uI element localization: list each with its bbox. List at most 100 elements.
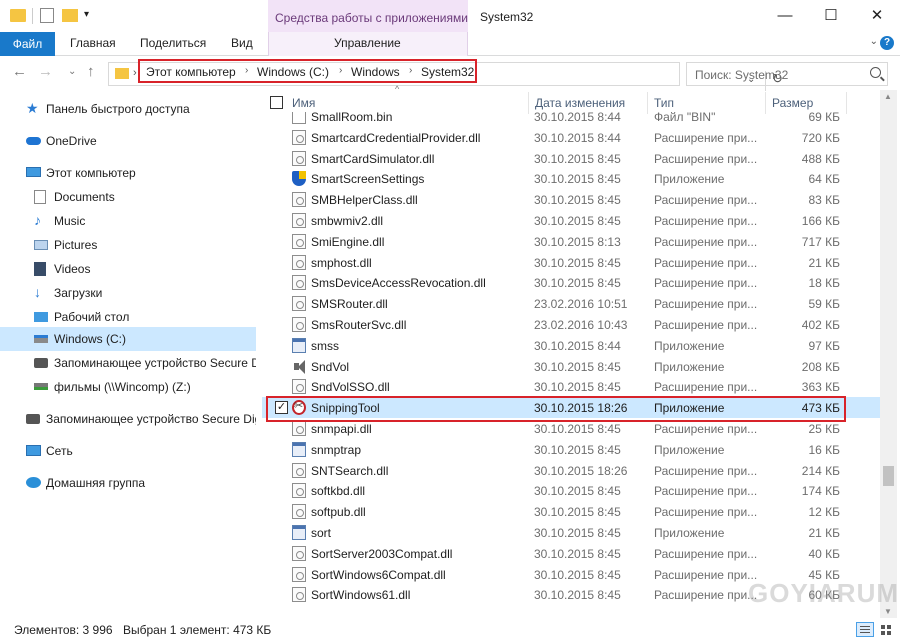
up-button[interactable]: ↑ [87, 63, 95, 80]
file-row[interactable]: SmiEngine.dll 30.10.2015 8:13 Расширение п… [262, 231, 880, 252]
minimize-button[interactable]: — [762, 0, 808, 32]
file-type: Расширение при... [654, 463, 758, 478]
dll-file-icon [292, 129, 306, 145]
file-type: Приложение [654, 338, 725, 353]
vertical-scrollbar[interactable]: ▲ ▼ [880, 90, 897, 618]
sidebar-item-music[interactable]: ♪ Music [0, 209, 256, 233]
maximize-button[interactable]: ☐ [808, 0, 854, 32]
tab-home[interactable]: Главная [70, 36, 116, 50]
file-name: snmpapi.dll [311, 422, 372, 436]
file-row[interactable]: softkbd.dll 30.10.2015 8:45 Расширение при… [262, 480, 880, 501]
file-name: SortWindows6Compat.dll [311, 567, 446, 582]
sidebar-item-secure-digital-1[interactable]: Запоминающее устройство Secure D [0, 351, 256, 375]
file-name: sort [311, 526, 332, 540]
tab-view[interactable]: Вид [231, 36, 253, 50]
column-divider[interactable] [846, 92, 847, 114]
dll-file-icon [292, 566, 306, 582]
file-name: SmiEngine.dll [311, 234, 385, 249]
sidebar-item-onedrive[interactable]: OneDrive [0, 129, 256, 153]
dll-file-icon [292, 587, 306, 603]
sidebar-item-desktop[interactable]: Рабочий стол [0, 305, 256, 329]
tab-share[interactable]: Поделиться [140, 36, 206, 50]
file-row[interactable]: SmartScreenSettings 30.10.2015 8:45 Прилож… [262, 168, 880, 189]
sidebar-item-this-pc[interactable]: Этот компьютер [0, 161, 256, 185]
file-size: 402 КБ [801, 318, 840, 332]
application-icon [292, 525, 306, 540]
file-name: SortWindows61.dll [311, 588, 411, 603]
file-type: Расширение при... [654, 151, 758, 166]
file-row[interactable]: softpub.dll 30.10.2015 8:45 Расширение при… [262, 501, 880, 522]
tab-manage[interactable]: Управление [268, 32, 468, 56]
window-title: System32 [480, 10, 534, 24]
new-folder-icon[interactable] [62, 9, 78, 22]
drive-icon [34, 335, 48, 343]
help-icon[interactable]: ? [880, 36, 894, 50]
tab-file[interactable]: Файл [0, 32, 55, 56]
file-row[interactable]: SMBHelperClass.dll 30.10.2015 8:45 Расшире… [262, 189, 880, 210]
file-row[interactable]: snmptrap 30.10.2015 8:45 Приложение 16 КБ [262, 439, 880, 460]
column-divider[interactable] [765, 92, 766, 114]
column-divider[interactable] [528, 92, 529, 114]
select-all-checkbox[interactable] [270, 96, 283, 109]
forward-button[interactable]: → [38, 63, 53, 80]
chevron-down-icon[interactable]: ⌄ [870, 36, 878, 47]
file-row[interactable]: SmallRoom.bin 30.10.2015 8:44 Файл "BIN" 69… [262, 112, 880, 127]
column-divider[interactable] [647, 92, 648, 114]
file-row[interactable]: SndVolSSO.dll 30.10.2015 8:45 Расширение п… [262, 376, 880, 397]
navigation-pane: ★ Панель быстрого доступа OneDrive Этот … [0, 92, 256, 619]
file-date: 30.10.2015 8:44 [534, 130, 621, 145]
file-size: 208 КБ [801, 359, 840, 374]
file-row[interactable]: smss 30.10.2015 8:44 Приложение 97 КБ [262, 335, 880, 356]
close-button[interactable]: ✕ [854, 0, 900, 32]
sidebar-item-windows-c[interactable]: Windows (C:) [0, 327, 256, 351]
search-input[interactable]: Поиск: System32 [686, 62, 888, 86]
file-row[interactable]: SndVol 30.10.2015 8:45 Приложение 208 КБ [262, 356, 880, 377]
scrollbar-thumb[interactable] [883, 466, 894, 486]
star-icon: ★ [26, 100, 39, 116]
file-size: 18 КБ [808, 276, 840, 291]
details-view-icon[interactable] [856, 622, 874, 637]
properties-icon[interactable] [40, 8, 54, 23]
sidebar-item-label: OneDrive [46, 134, 97, 148]
network-icon [26, 445, 41, 456]
sidebar-item-pictures[interactable]: Pictures [0, 233, 256, 257]
file-type: Расширение при... [654, 130, 758, 145]
file-date: 30.10.2015 8:45 [534, 567, 621, 582]
search-icon[interactable] [870, 67, 881, 78]
large-icons-view-icon[interactable] [878, 622, 896, 637]
file-row[interactable]: smbwmiv2.dll 30.10.2015 8:45 Расширение пр… [262, 210, 880, 231]
file-date: 30.10.2015 8:45 [534, 526, 621, 540]
file-type: Расширение при... [654, 422, 758, 436]
sidebar-item-homegroup[interactable]: Домашняя группа [0, 471, 256, 495]
recent-locations-button[interactable]: ⌄ [68, 66, 76, 77]
file-row[interactable]: SMSRouter.dll 23.02.2016 10:51 Расширение … [262, 293, 880, 314]
sidebar-item-documents[interactable]: Documents [0, 185, 256, 209]
file-row[interactable]: SortServer2003Compat.dll 30.10.2015 8:45 Р… [262, 543, 880, 564]
sidebar-item-quick-access[interactable]: ★ Панель быстрого доступа [0, 97, 256, 121]
dll-file-icon [292, 213, 306, 228]
file-type: Расширение при... [654, 297, 758, 312]
file-row[interactable]: SmsRouterSvc.dll 23.02.2016 10:43 Расширен… [262, 314, 880, 335]
sidebar-item-videos[interactable]: Videos [0, 257, 256, 281]
scroll-up-icon[interactable]: ▲ [884, 92, 892, 101]
file-row[interactable]: SmsDeviceAccessRevocation.dll 30.10.2015 … [262, 272, 880, 293]
sidebar-item-network-drive[interactable]: фильмы (\\Wincomp) (Z:) [0, 375, 256, 399]
sort-ascending-icon: ^ [395, 84, 400, 94]
file-row[interactable]: SmartcardCredentialProvider.dll 30.10.201… [262, 127, 880, 148]
file-type: Расширение при... [654, 193, 758, 208]
file-type: Расширение при... [654, 380, 758, 395]
context-tab-title: Средства работы с приложениями [275, 11, 468, 25]
computer-icon [26, 167, 41, 177]
back-button[interactable]: ← [12, 63, 27, 80]
file-date: 30.10.2015 8:45 [534, 151, 621, 166]
file-size: 214 КБ [801, 463, 840, 478]
file-row[interactable]: SmartCardSimulator.dll 30.10.2015 8:45 Рас… [262, 148, 880, 169]
file-row[interactable]: sort 30.10.2015 8:45 Приложение 21 КБ [262, 522, 880, 543]
customize-toolbar-icon[interactable]: ▾ [84, 9, 89, 25]
file-row[interactable]: SNTSearch.dll 30.10.2015 18:26 Расширение … [262, 460, 880, 481]
sidebar-item-downloads[interactable]: ↓ Загрузки [0, 281, 256, 305]
sidebar-item-network[interactable]: Сеть [0, 439, 256, 463]
sidebar-item-secure-digital-2[interactable]: Запоминающее устройство Secure Dig [0, 407, 256, 431]
file-type: Расширение при... [654, 505, 758, 520]
file-row[interactable]: smphost.dll 30.10.2015 8:45 Расширение при… [262, 252, 880, 273]
